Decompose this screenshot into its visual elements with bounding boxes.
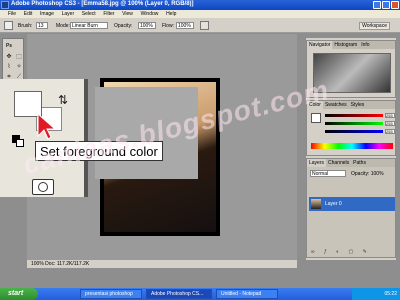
close-button[interactable]	[391, 1, 399, 9]
layer-row[interactable]: Layer 0	[309, 197, 395, 211]
blue-value[interactable]: 255	[385, 129, 395, 134]
green-value[interactable]: 255	[385, 121, 395, 126]
quick-mask-icon[interactable]	[32, 179, 54, 195]
menu-layer[interactable]: Layer	[62, 11, 75, 17]
menu-window[interactable]: Window	[141, 11, 159, 17]
layer-name: Layer 0	[325, 201, 342, 207]
window-title: Adobe Photoshop CS3 - [Emma58.jpg @ 100%…	[11, 1, 194, 7]
menu-file[interactable]: File	[8, 11, 16, 17]
workspace-button[interactable]: Workspace	[359, 22, 390, 30]
move-tool-icon[interactable]: ✥	[5, 53, 13, 61]
status-bar: 100% Doc: 117.2K/117.2K	[27, 259, 297, 268]
minimize-button[interactable]	[373, 1, 381, 9]
menu-bar: File Edit Image Layer Select Filter View…	[0, 10, 400, 18]
menu-help[interactable]: Help	[166, 11, 176, 17]
menu-view[interactable]: View	[122, 11, 133, 17]
brush-label: Brush:	[18, 23, 33, 29]
taskbar-item-photoshop[interactable]: Adobe Photoshop CS...	[146, 289, 212, 299]
brush-tool-preset-icon[interactable]	[4, 21, 13, 30]
menu-select[interactable]: Select	[82, 11, 96, 17]
opacity-label: Opacity:	[114, 23, 133, 29]
flow-input[interactable]: 100%	[176, 22, 194, 29]
maximize-button[interactable]	[382, 1, 390, 9]
tab-styles[interactable]: Styles	[349, 101, 367, 109]
opacity-input[interactable]: 100%	[138, 22, 156, 29]
taskbar-item-presentasi[interactable]: presentasi photoshop	[80, 289, 142, 299]
system-tray: 05:22	[352, 288, 400, 300]
tab-info[interactable]: Info	[359, 41, 371, 49]
brush-size-picker[interactable]: 13	[36, 22, 48, 29]
layers-panel: Layers Channels Paths Normal Opacity: 100%…	[306, 158, 396, 258]
flow-label: Flow:	[162, 23, 174, 29]
start-button[interactable]: start	[0, 288, 38, 300]
layer-opacity[interactable]: Opacity: 100%	[351, 171, 384, 177]
photoshop-app-icon	[1, 1, 9, 9]
airbrush-icon[interactable]	[200, 21, 209, 30]
tab-channels[interactable]: Channels	[326, 159, 351, 167]
magic-wand-icon[interactable]: ✧	[15, 63, 23, 71]
mode-select[interactable]: Linear Burn	[70, 22, 108, 29]
blue-slider[interactable]	[325, 130, 383, 133]
tab-navigator[interactable]: Navigator	[307, 41, 333, 49]
marquee-tool-icon[interactable]: ⬚	[15, 53, 23, 61]
green-slider[interactable]	[325, 122, 383, 125]
status-text: 100% Doc: 117.2K/117.2K	[31, 261, 90, 267]
blend-mode-select[interactable]: Normal	[310, 170, 346, 177]
red-value[interactable]: 255	[385, 113, 395, 118]
clock: 05:22	[384, 291, 397, 297]
red-slider[interactable]	[325, 114, 383, 117]
layer-thumbnail	[311, 199, 321, 209]
mode-label: Mode:	[56, 23, 70, 29]
options-bar: Brush: 13 Mode: Linear Burn Opacity: 100…	[0, 18, 400, 33]
menu-filter[interactable]: Filter	[103, 11, 114, 17]
tab-histogram[interactable]: Histogram	[332, 41, 359, 49]
default-colors-icon[interactable]	[12, 135, 24, 147]
swap-colors-icon[interactable]: ⇅	[58, 93, 68, 107]
color-panel-fg-swatch[interactable]	[311, 113, 321, 123]
ps-logo-icon: Ps	[5, 43, 13, 49]
menu-image[interactable]: Image	[40, 11, 54, 17]
taskbar-item-notepad[interactable]: Untitled - Notepad	[216, 289, 278, 299]
tab-layers[interactable]: Layers	[307, 159, 327, 167]
menu-edit[interactable]: Edit	[24, 11, 33, 17]
title-bar[interactable]: Adobe Photoshop CS3 - [Emma58.jpg @ 100%…	[0, 0, 400, 10]
layer-panel-buttons[interactable]: ∞ ƒ ◐ ▢ ✎	[311, 249, 391, 255]
color-spectrum[interactable]	[311, 143, 393, 149]
pointer-arrow-icon	[37, 112, 56, 140]
lasso-tool-icon[interactable]: ⌇	[5, 63, 13, 71]
panel-dock: Navigator Histogram Info Color Swatches Styl…	[306, 38, 396, 260]
taskbar: start presentasi photoshop Adobe Photosh…	[0, 288, 400, 300]
color-panel: Color Swatches Styles 255 255 255	[306, 100, 396, 156]
tab-paths[interactable]: Paths	[351, 159, 368, 167]
